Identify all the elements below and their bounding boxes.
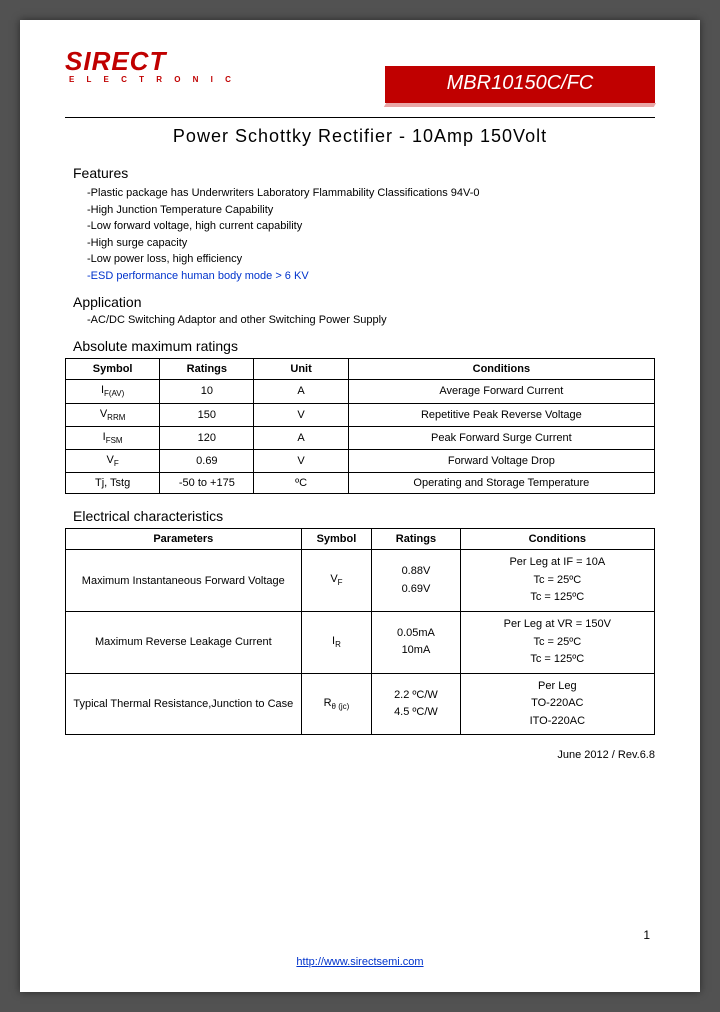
table-row: VRRM 150 V Repetitive Peak Reverse Volta… bbox=[66, 403, 655, 426]
feature-item-esd: ESD performance human body mode > 6 KV bbox=[87, 268, 655, 285]
amr-table: Symbol Ratings Unit Conditions IF(AV) 10… bbox=[65, 358, 655, 494]
col-conditions: Conditions bbox=[460, 529, 654, 550]
cell: Rθ (jc) bbox=[301, 673, 372, 735]
cell: 120 bbox=[160, 426, 254, 449]
table-header-row: Parameters Symbol Ratings Conditions bbox=[66, 529, 655, 550]
cell: VF bbox=[66, 449, 160, 472]
col-unit: Unit bbox=[254, 359, 348, 380]
cell: ºC bbox=[254, 473, 348, 494]
feature-item: High surge capacity bbox=[87, 235, 655, 252]
col-ratings: Ratings bbox=[160, 359, 254, 380]
cell: Maximum Reverse Leakage Current bbox=[66, 611, 302, 673]
cell: Tj, Tstg bbox=[66, 473, 160, 494]
datasheet-page: SIRECT E L E C T R O N I C MBR10150C/FC … bbox=[20, 20, 700, 992]
cell: IFSM bbox=[66, 426, 160, 449]
cell: Per Leg at IF = 10A Tc = 25ºC Tc = 125ºC bbox=[460, 550, 654, 612]
feature-item: Low forward voltage, high current capabi… bbox=[87, 218, 655, 235]
table-row: Maximum Instantaneous Forward Voltage VF… bbox=[66, 550, 655, 612]
cell: Operating and Storage Temperature bbox=[348, 473, 654, 494]
col-ratings: Ratings bbox=[372, 529, 460, 550]
cell: -50 to +175 bbox=[160, 473, 254, 494]
part-number-banner: MBR10150C/FC bbox=[385, 66, 655, 103]
table-row: Typical Thermal Resistance,Junction to C… bbox=[66, 673, 655, 735]
table-header-row: Symbol Ratings Unit Conditions bbox=[66, 359, 655, 380]
cell: Repetitive Peak Reverse Voltage bbox=[348, 403, 654, 426]
cell: VF bbox=[301, 550, 372, 612]
feature-item: Low power loss, high efficiency bbox=[87, 251, 655, 268]
cell: 0.69 bbox=[160, 449, 254, 472]
feature-item: Plastic package has Underwriters Laborat… bbox=[87, 185, 655, 202]
cell: VRRM bbox=[66, 403, 160, 426]
col-symbol: Symbol bbox=[301, 529, 372, 550]
table-row: Tj, Tstg -50 to +175 ºC Operating and St… bbox=[66, 473, 655, 494]
col-symbol: Symbol bbox=[66, 359, 160, 380]
application-list: AC/DC Switching Adaptor and other Switch… bbox=[87, 314, 655, 326]
cell: Per Leg at VR = 150V Tc = 25ºC Tc = 125º… bbox=[460, 611, 654, 673]
col-parameters: Parameters bbox=[66, 529, 302, 550]
footer-link[interactable]: http://www.sirectsemi.com bbox=[296, 956, 423, 968]
page-subtitle: Power Schottky Rectifier - 10Amp 150Volt bbox=[65, 126, 655, 147]
cell: Typical Thermal Resistance,Junction to C… bbox=[66, 673, 302, 735]
footer: http://www.sirectsemi.com bbox=[20, 956, 700, 968]
divider bbox=[65, 117, 655, 118]
features-heading: Features bbox=[73, 165, 655, 181]
cell: 2.2 ºC/W 4.5 ºC/W bbox=[372, 673, 460, 735]
amr-heading: Absolute maximum ratings bbox=[73, 338, 655, 354]
cell: Average Forward Current bbox=[348, 380, 654, 403]
ec-table: Parameters Symbol Ratings Conditions Max… bbox=[65, 528, 655, 735]
cell: 10 bbox=[160, 380, 254, 403]
cell: 150 bbox=[160, 403, 254, 426]
cell: Per Leg TO-220AC ITO-220AC bbox=[460, 673, 654, 735]
revision-date: June 2012 / Rev.6.8 bbox=[65, 749, 655, 761]
cell: Maximum Instantaneous Forward Voltage bbox=[66, 550, 302, 612]
col-conditions: Conditions bbox=[348, 359, 654, 380]
cell: V bbox=[254, 449, 348, 472]
cell: Forward Voltage Drop bbox=[348, 449, 654, 472]
cell: IR bbox=[301, 611, 372, 673]
cell: A bbox=[254, 426, 348, 449]
cell: V bbox=[254, 403, 348, 426]
table-row: VF 0.69 V Forward Voltage Drop bbox=[66, 449, 655, 472]
features-list: Plastic package has Underwriters Laborat… bbox=[87, 185, 655, 284]
table-row: Maximum Reverse Leakage Current IR 0.05m… bbox=[66, 611, 655, 673]
cell: 0.05mA 10mA bbox=[372, 611, 460, 673]
page-number: 1 bbox=[643, 928, 650, 942]
feature-item: High Junction Temperature Capability bbox=[87, 202, 655, 219]
cell: A bbox=[254, 380, 348, 403]
cell: 0.88V 0.69V bbox=[372, 550, 460, 612]
table-row: IF(AV) 10 A Average Forward Current bbox=[66, 380, 655, 403]
cell: IF(AV) bbox=[66, 380, 160, 403]
cell: Peak Forward Surge Current bbox=[348, 426, 654, 449]
application-heading: Application bbox=[73, 294, 655, 310]
ec-heading: Electrical characteristics bbox=[73, 508, 655, 524]
table-row: IFSM 120 A Peak Forward Surge Current bbox=[66, 426, 655, 449]
application-item: AC/DC Switching Adaptor and other Switch… bbox=[87, 314, 655, 326]
